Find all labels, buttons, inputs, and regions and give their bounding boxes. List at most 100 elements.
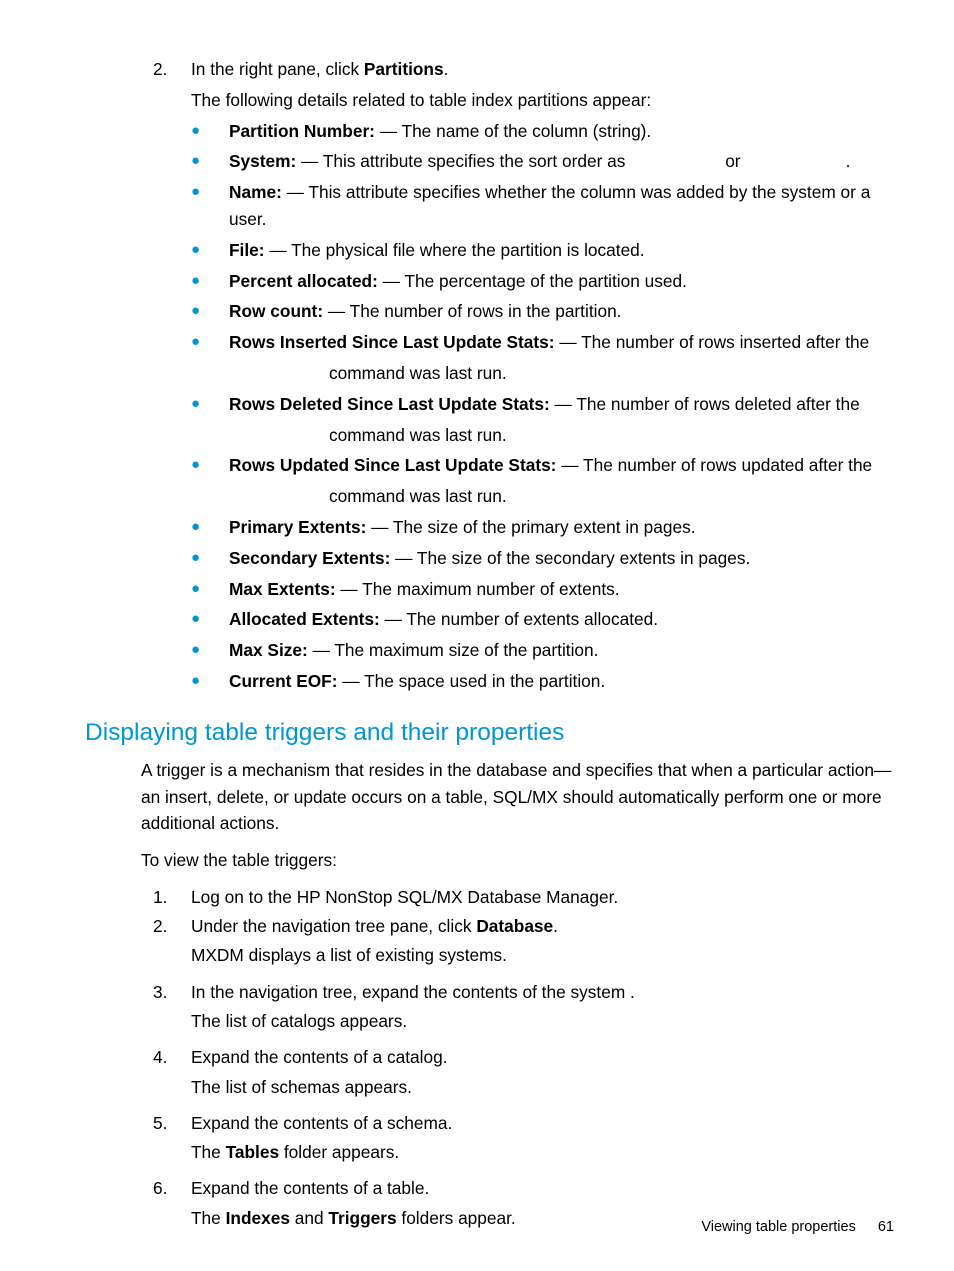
- follow-c: folder appears.: [279, 1142, 399, 1162]
- bullet-body: Max Extents: — The maximum number of ext…: [229, 576, 894, 603]
- follow-bold-1: Indexes: [226, 1208, 290, 1228]
- step-number: 1.: [153, 884, 191, 910]
- bullet-desc: — The physical file where the partition …: [265, 240, 645, 260]
- bullet-desc: — The maximum size of the partition.: [308, 640, 599, 660]
- step-text-a: In the right pane, click: [191, 59, 364, 79]
- proc-step-4: 4. Expand the contents of a catalog.: [153, 1044, 894, 1070]
- step-number: 2.: [153, 913, 191, 939]
- bullet-desc: — This attribute specifies whether the c…: [229, 182, 870, 229]
- bullet-label: Rows Inserted Since Last Update Stats:: [229, 332, 555, 352]
- step-number: 4.: [153, 1044, 191, 1070]
- bullet-item: ● Rows Updated Since Last Update Stats: …: [191, 452, 894, 479]
- bullet-desc: — The size of the secondary extents in p…: [390, 548, 750, 568]
- step-body: Expand the contents of a schema.: [191, 1110, 894, 1136]
- bullet-body: Current EOF: — The space used in the par…: [229, 668, 894, 695]
- bullet-desc: — The number of extents allocated.: [380, 609, 658, 629]
- bullet-continuation: command was last run.: [329, 422, 894, 449]
- step-body: In the right pane, click Partitions.: [191, 56, 894, 83]
- footer-text: Viewing table properties: [701, 1219, 856, 1235]
- bullet-icon: ●: [191, 237, 229, 264]
- bullet-desc-mid: or: [725, 151, 740, 171]
- bullet-desc: — The space used in the partition.: [338, 671, 606, 691]
- bullet-item: ● Secondary Extents: — The size of the s…: [191, 545, 894, 572]
- bullet-body: File: — The physical file where the part…: [229, 237, 894, 264]
- step-text-c: .: [444, 59, 449, 79]
- step-followup: The list of schemas appears.: [191, 1074, 894, 1100]
- bullet-item: ● Max Size: — The maximum size of the pa…: [191, 637, 894, 664]
- bullet-icon: ●: [191, 514, 229, 541]
- bullet-icon: ●: [191, 179, 229, 233]
- bullet-item: ● Partition Number: — The name of the co…: [191, 118, 894, 145]
- step-followup: The list of catalogs appears.: [191, 1008, 894, 1034]
- bullet-item: ● Allocated Extents: — The number of ext…: [191, 606, 894, 633]
- section-lead: To view the table triggers:: [141, 847, 894, 874]
- section-intro: A trigger is a mechanism that resides in…: [141, 757, 894, 837]
- bullet-label: Max Extents:: [229, 579, 336, 599]
- follow-c: folders appear.: [397, 1208, 516, 1228]
- bullet-item: ● File: — The physical file where the pa…: [191, 237, 894, 264]
- follow-a: The: [191, 1208, 226, 1228]
- proc-step-1: 1. Log on to the HP NonStop SQL/MX Datab…: [153, 884, 894, 910]
- step-body: Expand the contents of a catalog.: [191, 1044, 894, 1070]
- follow-bold-2: Triggers: [328, 1208, 396, 1228]
- proc-step-2: 2. Under the navigation tree pane, click…: [153, 913, 894, 939]
- bullet-label: Rows Updated Since Last Update Stats:: [229, 455, 556, 475]
- bullet-icon: ●: [191, 545, 229, 572]
- bullet-body: Rows Deleted Since Last Update Stats: — …: [229, 391, 894, 418]
- bullet-icon: ●: [191, 576, 229, 603]
- bullet-body: Primary Extents: — The size of the prima…: [229, 514, 894, 541]
- follow-mid: and: [290, 1208, 328, 1228]
- bullet-desc: — The number of rows in the partition.: [323, 301, 621, 321]
- bullet-label: Row count:: [229, 301, 323, 321]
- bullet-desc: — The name of the column (string).: [375, 121, 651, 141]
- bullet-icon: ●: [191, 606, 229, 633]
- bullet-body: Rows Inserted Since Last Update Stats: —…: [229, 329, 894, 356]
- bullet-desc-pre: — This attribute specifies the sort orde…: [296, 151, 630, 171]
- step-followup: MXDM displays a list of existing systems…: [191, 942, 894, 968]
- bullet-desc: — The size of the primary extent in page…: [366, 517, 695, 537]
- page-number: 61: [878, 1219, 894, 1235]
- page-footer: Viewing table properties 61: [701, 1219, 894, 1235]
- bullet-desc-post: .: [846, 151, 851, 171]
- step-bold: Partitions: [364, 59, 444, 79]
- step-number: 2.: [153, 56, 191, 83]
- step-followup: The following details related to table i…: [191, 87, 894, 114]
- bullet-label: Partition Number:: [229, 121, 375, 141]
- bullet-label: Max Size:: [229, 640, 308, 660]
- bullet-desc: — The number of rows updated after the: [556, 455, 872, 475]
- bullet-label: Primary Extents:: [229, 517, 366, 537]
- bullet-body: Secondary Extents: — The size of the sec…: [229, 545, 894, 572]
- bullet-label: Percent allocated:: [229, 271, 378, 291]
- bullet-body: Row count: — The number of rows in the p…: [229, 298, 894, 325]
- bullet-item: ● Current EOF: — The space used in the p…: [191, 668, 894, 695]
- step-body: Under the navigation tree pane, click Da…: [191, 913, 894, 939]
- proc-step-6: 6. Expand the contents of a table.: [153, 1175, 894, 1201]
- bullet-continuation: command was last run.: [329, 483, 894, 510]
- bullet-item: ● Row count: — The number of rows in the…: [191, 298, 894, 325]
- bullet-body: Percent allocated: — The percentage of t…: [229, 268, 894, 295]
- bullet-desc: — The maximum number of extents.: [336, 579, 620, 599]
- bullet-icon: ●: [191, 118, 229, 145]
- document-page: 2. In the right pane, click Partitions. …: [0, 0, 954, 1271]
- bullet-item: ● Rows Inserted Since Last Update Stats:…: [191, 329, 894, 356]
- bullet-body: Max Size: — The maximum size of the part…: [229, 637, 894, 664]
- bullet-continuation: command was last run.: [329, 360, 894, 387]
- step-number: 5.: [153, 1110, 191, 1136]
- bullet-desc: — The number of rows inserted after the: [555, 332, 870, 352]
- step-text-a: Under the navigation tree pane, click: [191, 916, 476, 936]
- follow-bold: Tables: [226, 1142, 279, 1162]
- section-heading: Displaying table triggers and their prop…: [85, 719, 894, 747]
- bullet-item: ● Percent allocated: — The percentage of…: [191, 268, 894, 295]
- bullet-icon: ●: [191, 268, 229, 295]
- bullet-label: Name:: [229, 182, 282, 202]
- bullet-item: ● Primary Extents: — The size of the pri…: [191, 514, 894, 541]
- bullet-item: ● System: — This attribute specifies the…: [191, 148, 894, 175]
- bullet-body: Name: — This attribute specifies whether…: [229, 179, 894, 233]
- step-text-b: .: [553, 916, 558, 936]
- step-body: Expand the contents of a table.: [191, 1175, 894, 1201]
- proc-step-5: 5. Expand the contents of a schema.: [153, 1110, 894, 1136]
- bullet-body: Rows Updated Since Last Update Stats: — …: [229, 452, 894, 479]
- follow-a: The: [191, 1142, 226, 1162]
- bullet-item: ● Name: — This attribute specifies wheth…: [191, 179, 894, 233]
- bullet-item: ● Max Extents: — The maximum number of e…: [191, 576, 894, 603]
